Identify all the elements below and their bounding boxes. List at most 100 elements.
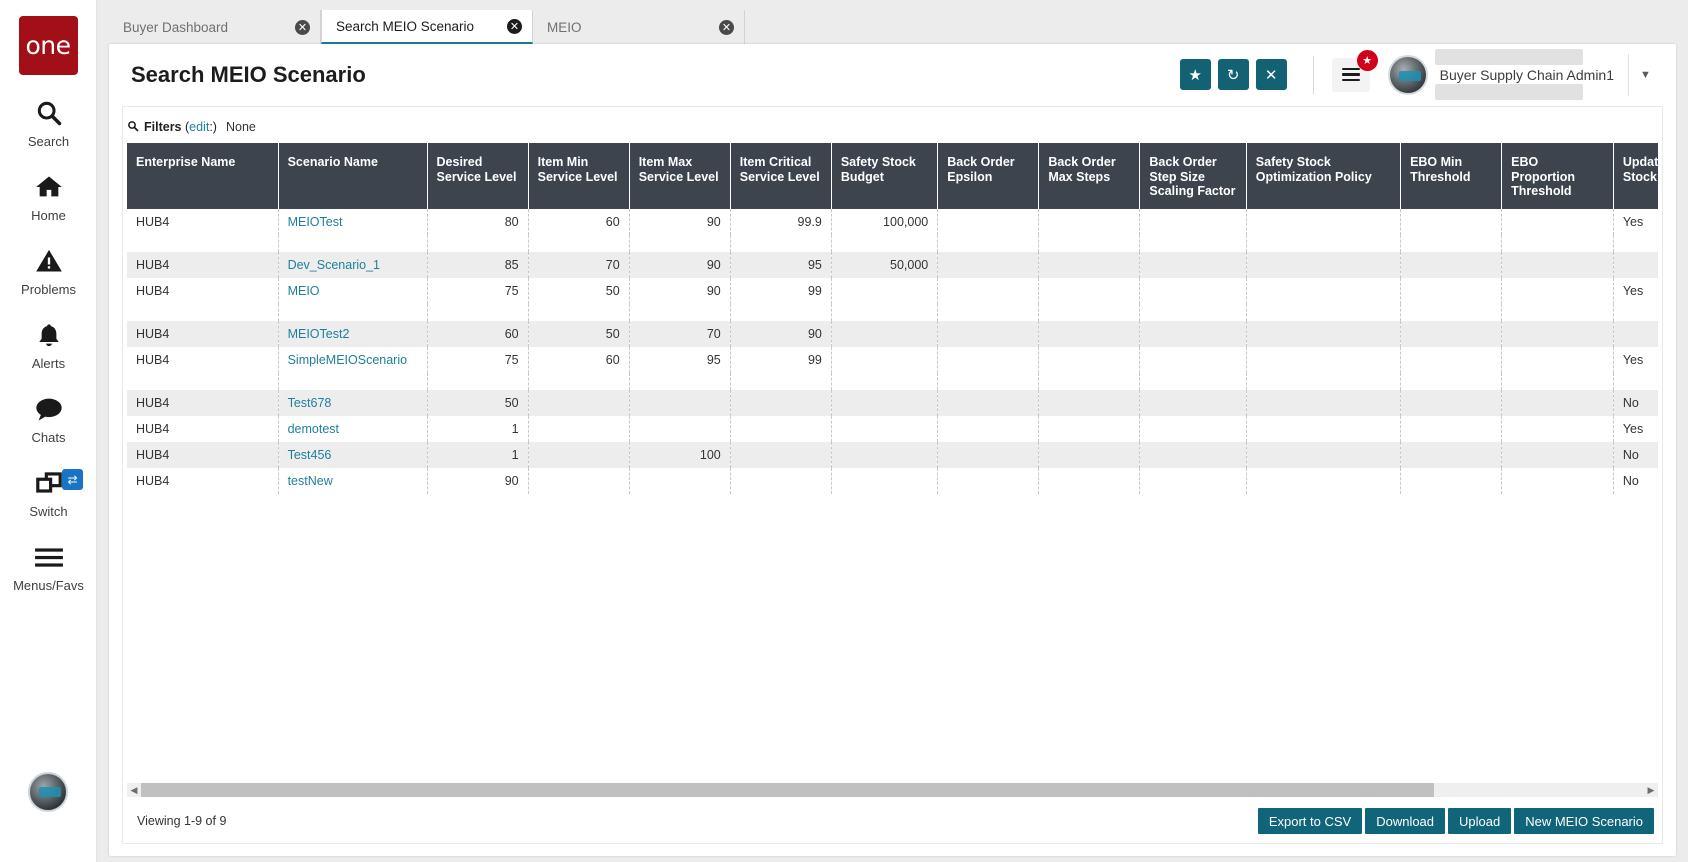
sidebar-item-menus-favs[interactable]: Menus/Favs [0, 541, 97, 593]
cell-bo-max-steps [1039, 347, 1140, 373]
horizontal-scrollbar[interactable]: ◀ ▶ [127, 783, 1658, 797]
scenario-link[interactable]: demotest [288, 422, 339, 436]
cell-ss-budget [831, 278, 937, 304]
table-row[interactable]: HUB4MEIOTest80609099.9100,000Yes [127, 209, 1658, 235]
table-row[interactable]: HUB4Test4561100No [127, 442, 1658, 468]
scenario-link[interactable]: MEIOTest [288, 215, 343, 229]
refresh-button[interactable]: ↻ [1218, 59, 1249, 90]
cell-update-buffer: Yes [1613, 347, 1658, 373]
cell-ebo-min [1401, 416, 1502, 442]
cell-bo-step-factor [1140, 390, 1246, 416]
col-ebo-min-threshold[interactable]: EBO Min Threshold [1401, 143, 1502, 209]
cell-desired: 80 [427, 209, 528, 235]
table-row[interactable]: HUB4demotest1Yes [127, 416, 1658, 442]
cell-ss-budget [831, 347, 937, 373]
scenario-link[interactable]: SimpleMEIOScenario [288, 353, 408, 367]
tab-bar: Buyer Dashboard ✕ Search MEIO Scenario ✕… [97, 0, 1688, 44]
page-title: Search MEIO Scenario [131, 62, 1173, 88]
cell-bo-epsilon [938, 416, 1039, 442]
cell-enterprise: HUB4 [127, 416, 278, 442]
page-menu-button[interactable]: ★ [1332, 58, 1370, 92]
cell-bo-epsilon [938, 390, 1039, 416]
cell-enterprise: HUB4 [127, 278, 278, 304]
cell-ss-policy [1246, 347, 1400, 373]
sidebar-item-home[interactable]: Home [0, 171, 97, 223]
sidebar-item-problems[interactable]: Problems [0, 245, 97, 297]
cell-item-critical: 90 [730, 321, 831, 347]
switch-badge-icon[interactable]: ⇄ [62, 469, 83, 490]
table-row[interactable]: HUB4SimpleMEIOScenario75609599Yes [127, 347, 1658, 373]
cell-ebo-min [1401, 347, 1502, 373]
cell-update-buffer: Yes [1613, 416, 1658, 442]
close-icon[interactable]: ✕ [719, 20, 734, 35]
avatar[interactable] [1388, 55, 1428, 95]
col-scenario-name[interactable]: Scenario Name [278, 143, 427, 209]
download-button[interactable]: Download [1365, 808, 1445, 834]
upload-button[interactable]: Upload [1448, 808, 1511, 834]
cell-enterprise: HUB4 [127, 252, 278, 278]
user-menu-toggle[interactable]: ▼ [1628, 54, 1662, 96]
sidebar-item-chats[interactable]: Chats [0, 393, 97, 445]
export-to-csv-button[interactable]: Export to CSV [1258, 808, 1362, 834]
cell-item-max [629, 416, 730, 442]
col-item-critical-service-level[interactable]: Item Critical Service Level [730, 143, 831, 209]
cell-scenario: MEIO [278, 278, 427, 304]
close-icon[interactable]: ✕ [295, 20, 310, 35]
scenario-link[interactable]: MEIO [288, 284, 320, 298]
tab-buyer-dashboard[interactable]: Buyer Dashboard ✕ [109, 10, 321, 44]
cell-item-min: 50 [528, 278, 629, 304]
table-row[interactable]: HUB4Dev_Scenario_18570909550,000 [127, 252, 1658, 278]
app-logo[interactable]: one [19, 16, 78, 75]
scrollbar-thumb[interactable] [141, 783, 1434, 797]
col-item-min-service-level[interactable]: Item Min Service Level [528, 143, 629, 209]
col-safety-stock-budget[interactable]: Safety Stock Budget [831, 143, 937, 209]
sidebar-label-alerts: Alerts [32, 356, 65, 371]
cell-ss-budget [831, 321, 937, 347]
scenario-link[interactable]: Dev_Scenario_1 [288, 258, 380, 272]
close-button[interactable]: ✕ [1256, 59, 1287, 90]
cell-ss-policy [1246, 390, 1400, 416]
table-row[interactable]: HUB4MEIOTest260507090 [127, 321, 1658, 347]
scroll-right-arrow-icon[interactable]: ▶ [1644, 783, 1658, 797]
table-row[interactable]: HUB4MEIO75509099Yes [127, 278, 1658, 304]
col-item-max-service-level[interactable]: Item Max Service Level [629, 143, 730, 209]
sidebar-item-search[interactable]: Search [0, 97, 97, 149]
sidebar-item-alerts[interactable]: Alerts [0, 319, 97, 371]
results-table-wrapper[interactable]: Enterprise Name Scenario Name Desired Se… [127, 143, 1658, 781]
scenario-link[interactable]: MEIOTest2 [288, 327, 350, 341]
tab-search-meio-scenario[interactable]: Search MEIO Scenario ✕ [321, 10, 533, 44]
col-back-order-max-steps[interactable]: Back Order Max Steps [1039, 143, 1140, 209]
cell-bo-max-steps [1039, 416, 1140, 442]
table-footer: Viewing 1-9 of 9 Export to CSV Download … [127, 799, 1658, 843]
tab-meio[interactable]: MEIO ✕ [533, 10, 745, 44]
col-desired-service-level[interactable]: Desired Service Level [427, 143, 528, 209]
cell-item-min: 70 [528, 252, 629, 278]
col-ebo-proportion-threshold[interactable]: EBO Proportion Threshold [1502, 143, 1614, 209]
col-back-order-step-size-scaling-factor[interactable]: Back Order Step Size Scaling Factor [1140, 143, 1246, 209]
sidebar-label-home: Home [31, 208, 66, 223]
scrollbar-track[interactable] [141, 783, 1644, 797]
new-meio-scenario-button[interactable]: New MEIO Scenario [1514, 808, 1654, 834]
col-back-order-epsilon[interactable]: Back Order Epsilon [938, 143, 1039, 209]
scenario-link[interactable]: testNew [288, 474, 333, 488]
table-row[interactable]: HUB4Test67850No [127, 390, 1658, 416]
close-icon[interactable]: ✕ [507, 19, 522, 34]
col-safety-stock-optimization-policy[interactable]: Safety Stock Optimization Policy [1246, 143, 1400, 209]
cell-ebo-prop [1502, 252, 1614, 278]
cell-ss-policy [1246, 416, 1400, 442]
col-update-buffer-safety-stock[interactable]: Update Buffer Safety Stock [1613, 143, 1658, 209]
rail-avatar[interactable] [28, 772, 68, 812]
main-stage: Buyer Dashboard ✕ Search MEIO Scenario ✕… [97, 0, 1688, 862]
scenario-link[interactable]: Test678 [288, 396, 332, 410]
tab-label: MEIO [547, 20, 719, 35]
filters-edit-link[interactable]: edit [189, 120, 209, 134]
scroll-left-arrow-icon[interactable]: ◀ [127, 783, 141, 797]
cell-scenario: MEIOTest [278, 209, 427, 235]
sidebar-label-problems: Problems [21, 282, 76, 297]
cell-item-min: 60 [528, 209, 629, 235]
sidebar-item-switch[interactable]: ⇄ Switch [0, 467, 97, 519]
table-row[interactable]: HUB4testNew90No [127, 468, 1658, 494]
favorite-button[interactable]: ★ [1180, 59, 1211, 90]
col-enterprise-name[interactable]: Enterprise Name [127, 143, 278, 209]
scenario-link[interactable]: Test456 [288, 448, 332, 462]
